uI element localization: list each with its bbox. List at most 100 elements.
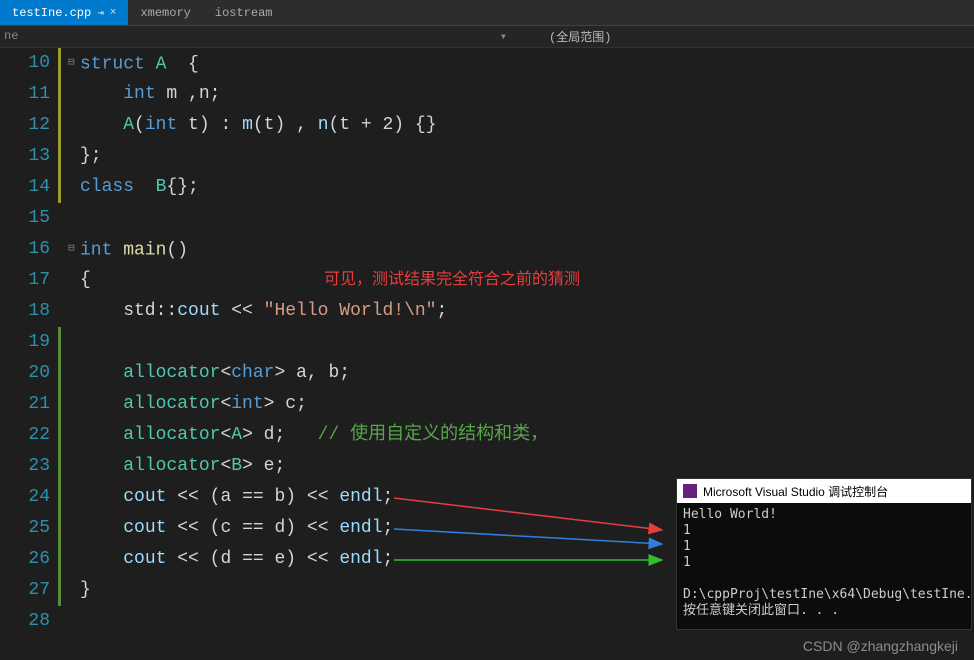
line-number: 13 bbox=[0, 141, 50, 172]
string-literal: "Hello World!\n" bbox=[264, 301, 437, 321]
punct: {}; bbox=[166, 177, 198, 197]
code-line: ⊟struct A { bbox=[68, 48, 974, 79]
operator: << ( bbox=[166, 518, 220, 538]
line-number-gutter: 10 11 12 13 14 15 16 17 18 19 20 21 22 2… bbox=[0, 48, 56, 638]
indent bbox=[80, 456, 123, 476]
identifier: endl bbox=[339, 487, 382, 507]
tab-iostream[interactable]: iostream bbox=[203, 0, 285, 25]
change-marker bbox=[58, 513, 61, 544]
identifier: b bbox=[274, 487, 285, 507]
identifier: cout bbox=[123, 487, 166, 507]
change-marker bbox=[58, 327, 61, 358]
console-output: Hello World! 1 1 1 D:\cppProj\testIne\x6… bbox=[677, 503, 971, 623]
function-name: main bbox=[112, 240, 166, 260]
change-marker bbox=[58, 358, 61, 389]
line-number: 16 bbox=[0, 234, 50, 265]
type-name: allocator bbox=[123, 456, 220, 476]
identifier: cout bbox=[123, 518, 166, 538]
keyword: int bbox=[123, 84, 155, 104]
operator: ) << bbox=[285, 518, 339, 538]
line-number: 12 bbox=[0, 110, 50, 141]
tab-label: testIne.cpp bbox=[12, 6, 91, 20]
tab-xmemory[interactable]: xmemory bbox=[128, 0, 202, 25]
console-line: Hello World! bbox=[683, 507, 777, 522]
code-line: allocator<A> d; // 使用自定义的结构和类， bbox=[68, 420, 974, 451]
code-line: allocator<char> a, b; bbox=[68, 358, 974, 389]
punct: ; bbox=[383, 487, 394, 507]
identifier: e bbox=[274, 549, 285, 569]
punct: () bbox=[166, 240, 188, 260]
change-marker bbox=[58, 79, 61, 110]
keyword: char bbox=[231, 363, 274, 383]
console-line: 1 bbox=[683, 523, 691, 538]
keyword: int bbox=[145, 115, 177, 135]
punct: < bbox=[220, 425, 231, 445]
line-number: 19 bbox=[0, 327, 50, 358]
watermark: CSDN @zhangzhangkeji bbox=[803, 638, 958, 654]
identifier: d; bbox=[264, 425, 286, 445]
keyword: struct bbox=[80, 54, 145, 74]
pin-icon[interactable]: ⇥ bbox=[97, 6, 104, 20]
annotation-text: 可见，测试结果完全符合之前的猜测 bbox=[324, 265, 580, 296]
change-marker bbox=[58, 172, 61, 203]
fold-icon[interactable]: ⊟ bbox=[68, 48, 80, 79]
operator: == bbox=[231, 487, 274, 507]
indent bbox=[80, 425, 123, 445]
change-marker bbox=[58, 265, 61, 296]
console-titlebar[interactable]: Microsoft Visual Studio 调试控制台 bbox=[677, 479, 971, 503]
variable: m bbox=[242, 115, 253, 135]
change-marker bbox=[58, 389, 61, 420]
identifier: cout bbox=[177, 301, 220, 321]
punct: < bbox=[220, 363, 231, 383]
operator: ) << bbox=[285, 487, 339, 507]
tab-active[interactable]: testIne.cpp ⇥ × bbox=[0, 0, 128, 25]
tab-label: xmemory bbox=[140, 6, 190, 20]
identifier: endl bbox=[339, 549, 382, 569]
line-number: 28 bbox=[0, 606, 50, 637]
change-marker bbox=[58, 420, 61, 451]
indent bbox=[80, 363, 123, 383]
punct: > bbox=[242, 456, 264, 476]
type-name: allocator bbox=[123, 425, 220, 445]
line-number: 15 bbox=[0, 203, 50, 234]
line-number: 11 bbox=[0, 79, 50, 110]
punct: }; bbox=[80, 146, 102, 166]
operator: ) << bbox=[285, 549, 339, 569]
scope-right-dropdown[interactable]: (全局范围) bbox=[515, 28, 974, 45]
type-name: A bbox=[231, 425, 242, 445]
fold-icon[interactable]: ⊟ bbox=[68, 234, 80, 265]
operator: << ( bbox=[166, 487, 220, 507]
variable: n bbox=[318, 115, 329, 135]
change-marker bbox=[58, 296, 61, 327]
line-number: 21 bbox=[0, 389, 50, 420]
tab-label: iostream bbox=[215, 6, 273, 20]
close-icon[interactable]: × bbox=[110, 7, 117, 19]
punct: < bbox=[220, 456, 231, 476]
punct: > bbox=[242, 425, 264, 445]
line-number: 18 bbox=[0, 296, 50, 327]
line-number: 10 bbox=[0, 48, 50, 79]
line-number: 27 bbox=[0, 575, 50, 606]
comment: // 使用自定义的结构和类， bbox=[285, 425, 548, 445]
console-line: D:\cppProj\testIne\x64\Debug\testIne. bbox=[683, 587, 973, 602]
identifier: e; bbox=[264, 456, 286, 476]
vs-icon bbox=[683, 484, 697, 498]
type-name: A bbox=[156, 54, 167, 74]
punct: ; bbox=[436, 301, 447, 321]
console-line: 按任意键关闭此窗口. . . bbox=[683, 603, 839, 618]
scope-left-dropdown[interactable]: ne ▾ bbox=[0, 29, 515, 44]
code-line bbox=[68, 327, 974, 358]
text: (t + 2) {} bbox=[329, 115, 437, 135]
identifier: cout bbox=[123, 549, 166, 569]
text: std:: bbox=[80, 301, 177, 321]
change-marker bbox=[58, 203, 61, 234]
punct: ; bbox=[383, 549, 394, 569]
punct: } bbox=[80, 580, 91, 600]
line-number: 20 bbox=[0, 358, 50, 389]
type-name: B bbox=[134, 177, 166, 197]
punct: < bbox=[220, 394, 231, 414]
indent bbox=[80, 549, 123, 569]
punct: { bbox=[80, 270, 91, 290]
code-line: }; bbox=[68, 141, 974, 172]
text: (t) , bbox=[253, 115, 318, 135]
